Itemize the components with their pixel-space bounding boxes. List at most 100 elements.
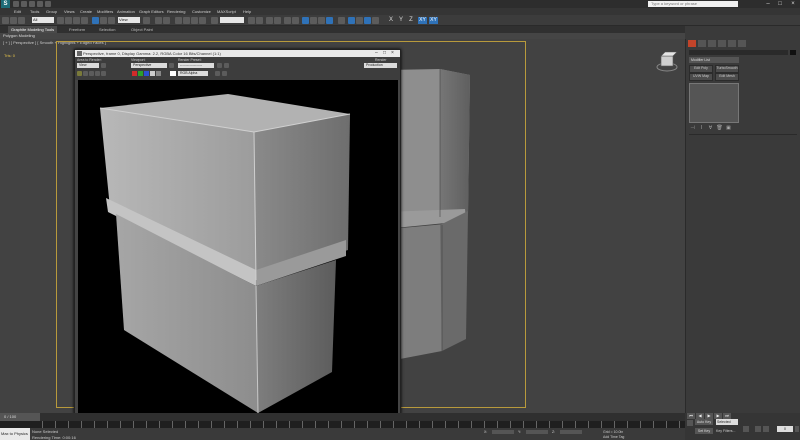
make-unique-icon[interactable]: ∀ xyxy=(707,125,714,131)
area-to-render-dropdown[interactable]: View xyxy=(77,63,99,68)
snaps-toggle-icon[interactable] xyxy=(175,17,182,24)
add-time-tag[interactable]: Add Time Tag xyxy=(603,435,624,439)
time-slider[interactable]: 0 / 100 xyxy=(0,413,40,421)
angle-snap-icon[interactable] xyxy=(183,17,190,24)
menu-animation[interactable]: Animation xyxy=(117,8,135,15)
production-dropdown[interactable]: Production xyxy=(364,63,397,68)
modifier-list-dropdown[interactable]: Modifier List xyxy=(689,57,739,63)
open-file-icon[interactable] xyxy=(21,1,27,7)
reference-coord-dropdown[interactable]: View xyxy=(118,17,140,23)
auto-key-button[interactable]: Auto Key xyxy=(695,419,713,425)
viewcube-icon[interactable] xyxy=(655,51,679,77)
align-icon[interactable] xyxy=(256,17,263,24)
teapot-render-icon[interactable] xyxy=(338,17,345,24)
menu-maxscript[interactable]: MAXScript xyxy=(217,8,236,15)
online-render-icon[interactable] xyxy=(364,17,371,24)
redo-icon[interactable] xyxy=(45,1,51,7)
select-rotate-icon[interactable] xyxy=(100,17,107,24)
axis-x-button[interactable]: X xyxy=(387,17,395,24)
menu-edit[interactable]: Edit xyxy=(14,8,21,15)
minimize-button[interactable]: – xyxy=(763,0,773,8)
toggle-ui-icon[interactable] xyxy=(215,71,220,76)
rendered-image[interactable] xyxy=(78,80,398,414)
current-frame-field[interactable]: 0 xyxy=(777,426,793,432)
uvw-map-button[interactable]: UVW Map xyxy=(689,73,713,81)
clone-frame-icon[interactable] xyxy=(89,71,94,76)
selection-filter-dropdown[interactable]: All xyxy=(32,17,54,23)
menu-help[interactable]: Help xyxy=(243,8,251,15)
display-tab-icon[interactable] xyxy=(728,40,736,47)
modifier-stack[interactable] xyxy=(689,83,739,123)
pin-stack-icon[interactable]: ⊣ xyxy=(689,125,696,131)
render-window-maximize-button[interactable]: □ xyxy=(383,50,386,57)
maximize-viewport-icon[interactable] xyxy=(795,426,799,432)
go-to-start-icon[interactable]: ⏮ xyxy=(687,413,695,419)
remove-modifier-icon[interactable]: 🗑 xyxy=(716,125,723,131)
select-manipulate-icon[interactable] xyxy=(155,17,162,24)
render-production-icon[interactable] xyxy=(326,17,333,24)
color-swatch[interactable] xyxy=(170,71,176,76)
undo-icon[interactable] xyxy=(37,1,43,7)
turbosmooth-button[interactable]: TurboSmooth xyxy=(715,65,739,73)
select-move-icon[interactable] xyxy=(92,17,99,24)
time-config-icon[interactable] xyxy=(743,426,749,432)
tab-object-paint[interactable]: Object Paint xyxy=(128,26,156,33)
selected-dropdown[interactable]: Selected xyxy=(716,419,738,425)
z-coord-field[interactable] xyxy=(560,430,582,434)
configure-sets-icon[interactable]: ▣ xyxy=(725,125,732,131)
hierarchy-tab-icon[interactable] xyxy=(708,40,716,47)
set-key-button[interactable]: Set Key xyxy=(695,428,713,434)
zoom-icon[interactable] xyxy=(755,426,761,432)
spinner-snap-icon[interactable] xyxy=(199,17,206,24)
print-image-icon[interactable] xyxy=(95,71,100,76)
render-window-title[interactable]: Perspective, frame 0, Display Gamma: 2.2… xyxy=(75,50,400,57)
pivot-center-icon[interactable] xyxy=(143,17,150,24)
graphite-toggle-icon[interactable] xyxy=(274,17,281,24)
save-image-icon[interactable] xyxy=(77,71,82,76)
activeshade-icon[interactable] xyxy=(348,17,355,24)
channel-dropdown[interactable]: RGB Alpha xyxy=(178,71,208,76)
axis-y-button[interactable]: Y xyxy=(397,17,405,24)
percent-snap-icon[interactable] xyxy=(191,17,198,24)
show-end-result-icon[interactable]: ǀ xyxy=(698,125,705,131)
unlink-icon[interactable] xyxy=(10,17,17,24)
link-icon[interactable] xyxy=(2,17,9,24)
menu-graph-editors[interactable]: Graph Editors xyxy=(139,8,164,15)
new-file-icon[interactable] xyxy=(13,1,19,7)
mirror-icon[interactable] xyxy=(248,17,255,24)
menu-customize[interactable]: Customize xyxy=(192,8,211,15)
menu-views[interactable]: Views xyxy=(64,8,75,15)
edit-region-icon[interactable] xyxy=(101,63,106,68)
tab-freeform[interactable]: Freeform xyxy=(66,26,88,33)
edit-mesh-button[interactable]: Edit Mesh xyxy=(715,73,739,81)
curve-editor-icon[interactable] xyxy=(284,17,291,24)
menu-group[interactable]: Group xyxy=(46,8,57,15)
rendered-frame-window-icon[interactable] xyxy=(318,17,325,24)
axis-xy-button[interactable]: XY xyxy=(418,17,427,24)
select-scale-icon[interactable] xyxy=(108,17,115,24)
menu-rendering[interactable]: Rendering xyxy=(167,8,185,15)
axis-plane-button[interactable]: XY xyxy=(429,17,438,24)
named-selection-sets-field[interactable] xyxy=(220,17,244,23)
window-crossing-icon[interactable] xyxy=(81,17,88,24)
blue-channel-toggle[interactable] xyxy=(144,71,149,76)
toggle-overlay-icon[interactable] xyxy=(222,71,227,76)
named-selection-icon[interactable] xyxy=(211,17,218,24)
maxscript-listener[interactable]: Max to Physics xyxy=(0,428,30,440)
modify-tab-icon[interactable] xyxy=(698,40,706,47)
motion-tab-icon[interactable] xyxy=(718,40,726,47)
bind-space-warp-icon[interactable] xyxy=(18,17,25,24)
app-logo[interactable]: S xyxy=(1,0,10,8)
menu-modifiers[interactable]: Modifiers xyxy=(97,8,113,15)
y-coord-field[interactable] xyxy=(526,430,548,434)
menu-create[interactable]: Create xyxy=(80,8,92,15)
keyboard-shortcut-icon[interactable] xyxy=(163,17,170,24)
pan-icon[interactable] xyxy=(763,426,769,432)
monochrome-toggle[interactable] xyxy=(156,71,161,76)
key-mode-icon[interactable] xyxy=(687,420,693,426)
lock-viewport-icon[interactable] xyxy=(169,63,174,68)
tab-graphite-modeling-tools[interactable]: Graphite Modeling Tools xyxy=(8,26,58,33)
material-editor-icon[interactable] xyxy=(302,17,309,24)
render-window-close-button[interactable]: × xyxy=(391,50,394,57)
schematic-view-icon[interactable] xyxy=(292,17,299,24)
